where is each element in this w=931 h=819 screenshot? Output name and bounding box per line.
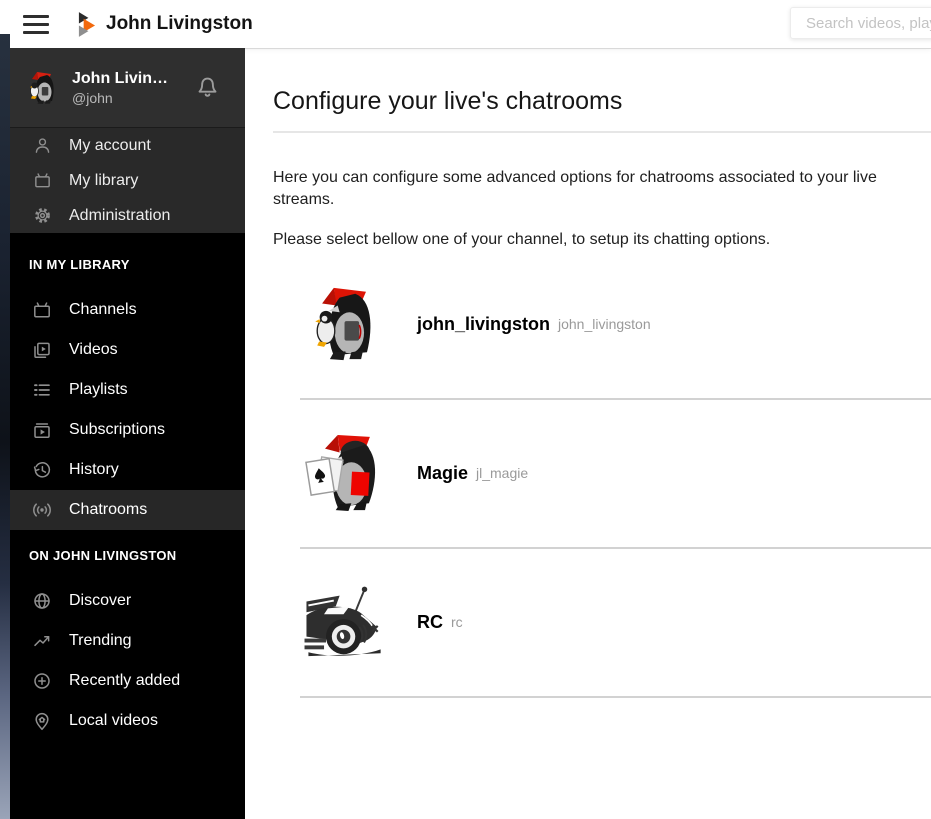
channel-avatar [304, 433, 387, 513]
sidebar-item-label: Videos [69, 341, 118, 358]
channel-handle: rc [451, 614, 463, 630]
sidebar-item-label: History [69, 461, 119, 478]
home-pin-icon [32, 711, 52, 731]
tv-icon [32, 171, 52, 190]
intro-text: Here you can configure some advanced opt… [273, 169, 877, 208]
penguin-avatar-image [30, 71, 54, 104]
channel-avatar [304, 284, 387, 364]
avatar[interactable] [25, 70, 61, 106]
sidebar-item-trending[interactable]: Trending [10, 621, 245, 661]
page-title: Configure your live's chatrooms [273, 87, 623, 115]
sidebar-item-channels[interactable]: Channels [10, 290, 245, 330]
channel-row-rc[interactable]: RC rc [300, 549, 931, 698]
divider [273, 131, 931, 133]
sidebar: John Livingston @john My account [0, 34, 245, 819]
sidebar-item-discover[interactable]: Discover [10, 581, 245, 621]
sidebar-item-playlists[interactable]: Playlists [10, 370, 245, 410]
sidebar-item-administration[interactable]: Administration [10, 198, 245, 233]
penguin-santa-baby-image [315, 287, 371, 361]
section-title: IN MY LIBRARY [29, 257, 130, 272]
notifications-bell-icon[interactable] [195, 75, 220, 100]
section-title: ON JOHN LIVINGSTON [29, 548, 177, 563]
sidebar-item-label: My library [69, 171, 139, 189]
sidebar-item-chatrooms[interactable]: Chatrooms [10, 490, 245, 530]
sidebar-item-label: Recently added [69, 672, 181, 689]
sidebar-section-instance: ON JOHN LIVINGSTON Discover Trending Rec… [10, 530, 245, 741]
sidebar-item-label: Channels [69, 301, 137, 318]
sidebar-item-label: Local videos [69, 712, 158, 729]
sidebar-item-local-videos[interactable]: Local videos [10, 701, 245, 741]
sidebar-item-label: Discover [69, 592, 132, 609]
sidebar-gradient-strip [0, 34, 10, 819]
main-content: Configure your live's chatrooms Here you… [245, 48, 931, 819]
instruction-text: Please select bellow one of your channel… [273, 231, 771, 248]
sidebar-item-history[interactable]: History [10, 450, 245, 490]
plus-circle-icon [32, 671, 52, 691]
user-handle: @john [72, 89, 113, 106]
channel-row-magie[interactable]: Magie jl_magie [300, 400, 931, 549]
sidebar-item-label: Chatrooms [69, 501, 148, 518]
sidebar-main-links: My account My library Administration [10, 128, 245, 233]
channel-list: john_livingston john_livingston Magie jl… [300, 251, 931, 698]
channel-handle: john_livingston [558, 316, 651, 332]
instance-title[interactable]: John Livingston [106, 13, 253, 35]
tv-icon [32, 300, 52, 320]
channel-handle: jl_magie [476, 465, 529, 481]
sidebar-item-recently-added[interactable]: Recently added [10, 661, 245, 701]
trending-up-icon [32, 631, 52, 651]
channel-name: RC [417, 611, 443, 632]
sidebar-item-label: Playlists [69, 381, 128, 398]
channel-avatar [304, 582, 387, 662]
rc-car-image [304, 586, 381, 657]
sidebar-item-subscriptions[interactable]: Subscriptions [10, 410, 245, 450]
penguin-magician-cards-image [305, 434, 376, 512]
subscriptions-icon [32, 420, 52, 440]
user-display-name[interactable]: John Livingston [72, 70, 176, 88]
live-icon [32, 500, 52, 520]
channel-name: john_livingston [417, 313, 550, 334]
sidebar-section-library: IN MY LIBRARY Channels Videos Playlists … [10, 233, 245, 530]
sidebar-item-my-library[interactable]: My library [10, 163, 245, 198]
sidebar-item-label: Trending [69, 632, 132, 649]
user-icon [32, 136, 52, 155]
videos-icon [32, 340, 52, 360]
sidebar-item-my-account[interactable]: My account [10, 128, 245, 163]
sidebar-item-label: Administration [69, 206, 171, 224]
globe-icon [32, 591, 52, 611]
search-input[interactable] [790, 7, 931, 39]
sidebar-user-block: John Livingston @john [10, 48, 245, 128]
gear-icon [32, 206, 52, 225]
sidebar-item-videos[interactable]: Videos [10, 330, 245, 370]
peertube-logo-icon [77, 11, 96, 37]
history-icon [32, 460, 52, 480]
channel-name: Magie [417, 462, 469, 483]
channel-row-john-livingston[interactable]: john_livingston john_livingston [300, 251, 931, 400]
sidebar-item-label: My account [69, 136, 151, 154]
playlist-icon [32, 380, 52, 400]
sidebar-item-label: Subscriptions [69, 421, 166, 438]
menu-toggle-icon[interactable] [23, 14, 49, 34]
top-bar: John Livingston [0, 0, 931, 48]
